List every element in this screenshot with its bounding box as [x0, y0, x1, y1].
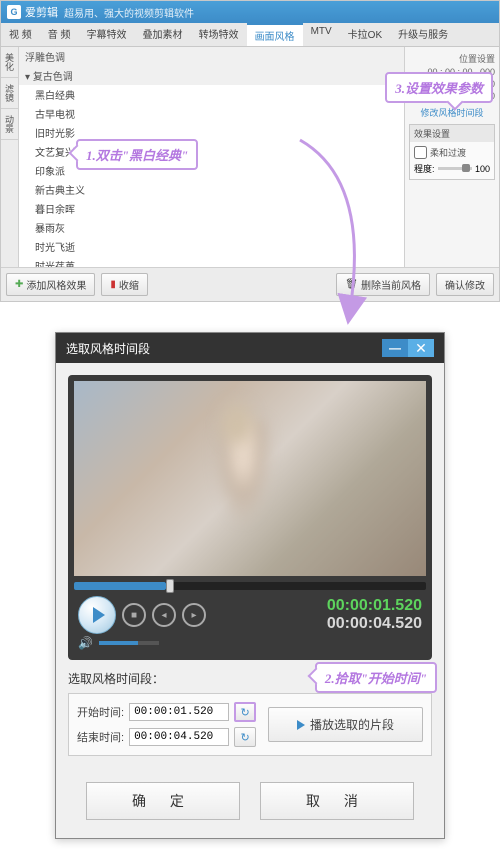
annotation-1: 1.双击"黑白经典": [76, 139, 198, 170]
current-time: 00:00:01.520: [327, 597, 422, 615]
clock-pick-icon: ↻: [240, 731, 249, 744]
play-button[interactable]: [78, 596, 116, 634]
app-logo-icon: G: [7, 5, 21, 19]
cancel-button[interactable]: 取 消: [260, 782, 414, 820]
slider-value: 100: [475, 164, 490, 174]
list-item[interactable]: 时光荏苒: [19, 256, 404, 267]
tab-video[interactable]: 视 频: [1, 23, 40, 46]
tab-transition[interactable]: 转场特效: [191, 23, 247, 46]
list-item[interactable]: 新古典主义: [19, 180, 404, 199]
plus-icon: ✚: [15, 279, 23, 290]
pick-end-button[interactable]: ↻: [234, 727, 256, 747]
tab-mtv[interactable]: MTV: [303, 23, 340, 46]
list-item[interactable]: 古早电视: [19, 104, 404, 123]
segment-area: 选取风格时间段： 开始时间: ↻ 结束时间: ↻ 播放选取的片段 2.拾: [68, 670, 432, 756]
body-area: 美化 滤镜 动景 浮雕色调 ▾ 复古色调 黑白经典 古早电视 旧时光影 文艺复兴…: [1, 47, 499, 267]
side-tab-scene[interactable]: 动景: [1, 109, 18, 140]
time-range-dialog: 选取风格时间段 — ✕ ■ ◂ ▸ 00:00:01.520 00:00:04.…: [55, 332, 445, 839]
total-time: 00:00:04.520: [327, 615, 422, 633]
clock-pick-icon: ↻: [240, 706, 249, 719]
volume-slider[interactable]: [99, 641, 159, 645]
video-frame[interactable]: [74, 381, 426, 576]
list-group[interactable]: 浮雕色调: [19, 47, 404, 66]
volume-icon[interactable]: 🔊: [78, 636, 93, 650]
slider-label: 程度:: [414, 162, 435, 175]
trash-icon: 🗑: [345, 279, 358, 290]
menubar: 视 频 音 频 字幕特效 叠加素材 转场特效 画面风格 MTV 卡拉OK 升级与…: [1, 23, 499, 47]
annotation-3: 3.设置效果参数: [385, 72, 493, 103]
effect-settings-box: 效果设置 柔和过渡 程度: 100: [409, 124, 495, 180]
preset-label: 位置设置: [409, 51, 495, 66]
prev-frame-button[interactable]: ◂: [152, 603, 176, 627]
video-player: ■ ◂ ▸ 00:00:01.520 00:00:04.520 🔊: [68, 375, 432, 660]
start-time-input[interactable]: [129, 703, 229, 721]
progress-thumb[interactable]: [166, 579, 174, 593]
list-item[interactable]: 暮日余晖: [19, 199, 404, 218]
timecode-display: 00:00:01.520 00:00:04.520: [327, 597, 422, 633]
main-window: G 爱剪辑 超易用、强大的视频剪辑软件 视 频 音 频 字幕特效 叠加素材 转场…: [0, 0, 500, 302]
start-time-label: 开始时间:: [77, 704, 124, 720]
soft-transition-checkbox[interactable]: 柔和过渡: [414, 146, 490, 159]
checkbox-icon[interactable]: [414, 146, 427, 159]
box-title: 效果设置: [410, 125, 494, 142]
collapse-icon: ▮: [110, 279, 116, 290]
tab-overlay[interactable]: 叠加素材: [135, 23, 191, 46]
tab-audio[interactable]: 音 频: [40, 23, 79, 46]
dialog-title: 选取风格时间段: [66, 340, 150, 357]
left-tabs: 美化 滤镜 动景: [1, 47, 19, 267]
list-item[interactable]: 暴雨灰: [19, 218, 404, 237]
play-segment-button[interactable]: 播放选取的片段: [268, 707, 423, 742]
minimize-button[interactable]: —: [382, 339, 408, 357]
tab-subtitle[interactable]: 字幕特效: [79, 23, 135, 46]
annotation-2: 2.拾取"开始时间": [315, 662, 437, 693]
stop-button[interactable]: ■: [122, 603, 146, 627]
end-time-input[interactable]: [129, 728, 229, 746]
next-frame-button[interactable]: ▸: [182, 603, 206, 627]
ok-button[interactable]: 确 定: [86, 782, 240, 820]
list-item[interactable]: 黑白经典: [19, 85, 404, 104]
undo-button[interactable]: ▮收缩: [101, 273, 148, 296]
side-tab-beautify[interactable]: 美化: [1, 47, 18, 78]
progress-bar[interactable]: [74, 582, 426, 590]
app-name: 爱剪辑: [25, 4, 58, 20]
delete-button[interactable]: 🗑删除当前风格: [336, 273, 430, 296]
tab-upgrade[interactable]: 升级与服务: [390, 23, 456, 46]
side-tab-filter[interactable]: 滤镜: [1, 78, 18, 109]
end-time-label: 结束时间:: [77, 729, 124, 745]
pick-start-button[interactable]: ↻: [234, 702, 256, 722]
tab-style[interactable]: 画面风格: [247, 23, 303, 46]
close-button[interactable]: ✕: [408, 339, 434, 357]
degree-slider[interactable]: [438, 167, 472, 170]
confirm-button[interactable]: 确认修改: [436, 273, 494, 296]
progress-fill: [74, 582, 166, 590]
tab-karaoke[interactable]: 卡拉OK: [340, 23, 390, 46]
list-item[interactable]: 时光飞逝: [19, 237, 404, 256]
list-group[interactable]: ▾ 复古色调: [19, 66, 404, 85]
add-effect-button[interactable]: ✚添加风格效果: [6, 273, 95, 296]
app-subtitle: 超易用、强大的视频剪辑软件: [64, 5, 194, 20]
dialog-titlebar: 选取风格时间段 — ✕: [56, 333, 444, 363]
titlebar: G 爱剪辑 超易用、强大的视频剪辑软件: [1, 1, 499, 23]
bottom-bar: ✚添加风格效果 ▮收缩 🗑删除当前风格 确认修改: [1, 267, 499, 301]
